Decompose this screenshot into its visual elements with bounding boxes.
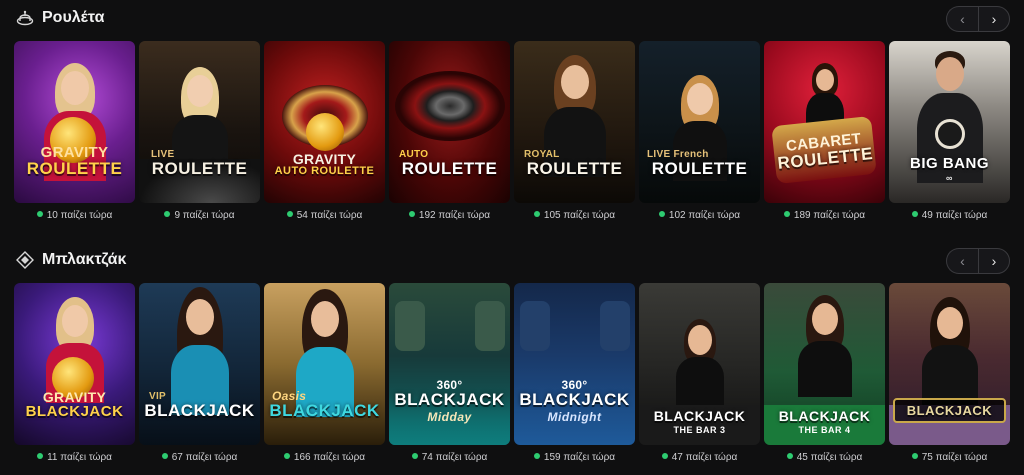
online-dot-icon — [411, 453, 418, 459]
game-thumbnail[interactable]: Oasis BLACKJACK — [264, 283, 385, 445]
game-card[interactable]: 360° BLACKJACK Midnight 159 παίζει τώρα — [514, 283, 635, 468]
game-logo: 360° BLACKJACK Midnight — [519, 378, 630, 424]
game-logo: GRAVITY BLACKJACK — [25, 389, 124, 420]
game-logo: BLACKJACK THE BAR 4 — [778, 408, 871, 435]
infinity-icon: ∞ — [946, 173, 953, 183]
online-dot-icon — [164, 211, 171, 217]
game-thumbnail[interactable]: BLACKJACK THE BAR 4 — [764, 283, 885, 445]
game-thumbnail[interactable]: LIVE ROULETTE — [139, 41, 260, 203]
players-count: 159 παίζει τώρα — [514, 452, 635, 463]
game-card[interactable]: VIP BLACKJACK 67 παίζει τώρα — [139, 283, 260, 468]
game-thumbnail[interactable]: BLACKJACK — [889, 283, 1010, 445]
game-logo: LIVE French ROULETTE — [647, 149, 748, 178]
game-card[interactable]: CABARET ROULETTE 189 παίζει τώρα — [764, 41, 885, 226]
online-dot-icon — [37, 453, 44, 459]
game-card[interactable]: Oasis BLACKJACK 166 παίζει τώρα — [264, 283, 385, 468]
online-dot-icon — [286, 211, 293, 217]
players-count: 10 παίζει τώρα — [14, 210, 135, 221]
game-thumbnail[interactable]: GRAVITY ROULETTE — [14, 41, 135, 203]
game-logo: VIP BLACKJACK — [144, 391, 255, 420]
game-card[interactable]: LIVE French ROULETTE 102 παίζει τώρα — [639, 41, 760, 226]
online-dot-icon — [786, 453, 793, 459]
players-count: 11 παίζει τώρα — [14, 452, 135, 463]
game-card[interactable]: AUTO ROULETTE 192 παίζει τώρα — [389, 41, 510, 226]
game-card[interactable]: GRAVITY BLACKJACK 11 παίζει τώρα — [14, 283, 135, 468]
next-button[interactable]: › — [978, 6, 1010, 32]
game-logo: Oasis BLACKJACK — [269, 389, 380, 420]
online-dot-icon — [783, 211, 790, 217]
roulette-icon — [14, 7, 36, 29]
players-count: 67 παίζει τώρα — [139, 452, 260, 463]
chevron-left-icon: ‹ — [960, 11, 965, 27]
online-dot-icon — [408, 211, 415, 217]
players-count: 49 παίζει τώρα — [889, 210, 1010, 221]
game-card[interactable]: 360° BLACKJACK Midday 74 παίζει τώρα — [389, 283, 510, 468]
online-dot-icon — [658, 211, 665, 217]
players-count: 9 παίζει τώρα — [139, 210, 260, 221]
game-thumbnail[interactable]: 360° BLACKJACK Midnight — [514, 283, 635, 445]
game-thumbnail[interactable]: LIVE French ROULETTE — [639, 41, 760, 203]
section-header-blackjack: Μπλακτζάκ ‹ › — [14, 245, 1010, 275]
game-card[interactable]: GRAVITY AUTO ROULETTE 54 παίζει τώρα — [264, 41, 385, 226]
game-thumbnail[interactable]: GRAVITY BLACKJACK — [14, 283, 135, 445]
chevron-right-icon: › — [991, 11, 997, 27]
prev-button[interactable]: ‹ — [946, 6, 978, 32]
players-count: 192 παίζει τώρα — [389, 210, 510, 221]
prev-button[interactable]: ‹ — [946, 248, 978, 274]
section-header-roulette: Ρουλέτα ‹ › — [14, 3, 1010, 33]
online-dot-icon — [161, 453, 168, 459]
game-logo: 360° BLACKJACK Midday — [394, 378, 505, 424]
section-title: Μπλακτζάκ — [42, 251, 127, 268]
players-count: 47 παίζει τώρα — [639, 452, 760, 463]
players-count: 45 παίζει τώρα — [764, 452, 885, 463]
game-thumbnail[interactable]: BLACKJACK THE BAR 3 — [639, 283, 760, 445]
game-thumbnail[interactable]: AUTO ROULETTE — [389, 41, 510, 203]
game-logo: GRAVITY AUTO ROULETTE — [274, 151, 375, 177]
players-count: 105 παίζει τώρα — [514, 210, 635, 221]
game-logo: BLACKJACK — [893, 398, 1006, 423]
players-count: 74 παίζει τώρα — [389, 452, 510, 463]
players-count: 189 παίζει τώρα — [764, 210, 885, 221]
game-card[interactable]: BLACKJACK THE BAR 3 47 παίζει τώρα — [639, 283, 760, 468]
game-card[interactable]: GRAVITY ROULETTE 10 παίζει τώρα — [14, 41, 135, 226]
online-dot-icon — [283, 453, 290, 459]
online-dot-icon — [533, 211, 540, 217]
game-logo: BLACKJACK THE BAR 3 — [653, 408, 746, 435]
game-logo: GRAVITY ROULETTE — [26, 144, 123, 178]
game-logo: ROYAL ROULETTE — [524, 149, 623, 178]
game-card[interactable]: BIG BANG ∞ 49 παίζει τώρα — [889, 41, 1010, 226]
online-dot-icon — [911, 453, 918, 459]
online-dot-icon — [36, 211, 43, 217]
game-thumbnail[interactable]: ROYAL ROULETTE — [514, 41, 635, 203]
game-logo: AUTO ROULETTE — [399, 149, 498, 178]
players-count: 75 παίζει τώρα — [889, 452, 1010, 463]
online-dot-icon — [661, 453, 668, 459]
diamond-icon — [14, 249, 36, 271]
carousel-nav: ‹ › — [946, 6, 1010, 32]
players-count: 166 παίζει τώρα — [264, 452, 385, 463]
game-thumbnail[interactable]: 360° BLACKJACK Midday — [389, 283, 510, 445]
chevron-left-icon: ‹ — [960, 253, 965, 269]
game-logo: BIG BANG ∞ — [893, 156, 1006, 183]
game-card[interactable]: BLACKJACK 75 παίζει τώρα — [889, 283, 1010, 468]
game-thumbnail[interactable]: CABARET ROULETTE — [764, 41, 885, 203]
players-count: 54 παίζει τώρα — [264, 210, 385, 221]
game-card[interactable]: BLACKJACK THE BAR 4 45 παίζει τώρα — [764, 283, 885, 468]
players-count: 102 παίζει τώρα — [639, 210, 760, 221]
game-thumbnail[interactable]: BIG BANG ∞ — [889, 41, 1010, 203]
online-dot-icon — [911, 211, 918, 217]
game-thumbnail[interactable]: VIP BLACKJACK — [139, 283, 260, 445]
game-card[interactable]: LIVE ROULETTE 9 παίζει τώρα — [139, 41, 260, 226]
carousel-nav: ‹ › — [946, 248, 1010, 274]
section-title: Ρουλέτα — [42, 9, 105, 26]
next-button[interactable]: › — [978, 248, 1010, 274]
online-dot-icon — [533, 453, 540, 459]
game-card[interactable]: ROYAL ROULETTE 105 παίζει τώρα — [514, 41, 635, 226]
game-thumbnail[interactable]: GRAVITY AUTO ROULETTE — [264, 41, 385, 203]
game-row-blackjack: GRAVITY BLACKJACK 11 παίζει τώρα VIP BLA… — [14, 283, 1010, 468]
chevron-right-icon: › — [991, 253, 997, 269]
game-logo: LIVE ROULETTE — [151, 149, 248, 178]
game-row-roulette: GRAVITY ROULETTE 10 παίζει τώρα LIVE ROU… — [14, 41, 1010, 226]
